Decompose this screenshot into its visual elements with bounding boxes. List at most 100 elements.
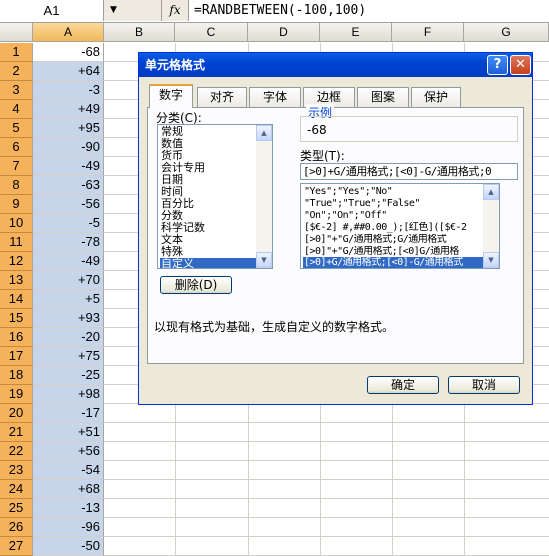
gridline — [104, 517, 549, 518]
name-box-dropdown-icon[interactable]: ▼ — [104, 0, 162, 21]
cell[interactable]: +70 — [33, 271, 104, 290]
category-item-selected[interactable]: 自定义 — [160, 258, 257, 268]
row-header[interactable]: 7 — [0, 157, 33, 176]
row-header[interactable]: 22 — [0, 442, 33, 461]
cell[interactable]: -50 — [33, 537, 104, 556]
cell[interactable]: -17 — [33, 404, 104, 423]
column-header-b[interactable]: B — [104, 23, 175, 42]
cell[interactable]: -56 — [33, 195, 104, 214]
row-header[interactable]: 20 — [0, 404, 33, 423]
row-header[interactable]: 23 — [0, 461, 33, 480]
row-header[interactable]: 4 — [0, 100, 33, 119]
cancel-button[interactable]: 取消 — [448, 376, 520, 394]
row-header[interactable]: 19 — [0, 385, 33, 404]
cell[interactable]: -25 — [33, 366, 104, 385]
tab-protection[interactable]: 保护 — [411, 87, 461, 107]
type-item[interactable]: "On";"On";"Off" — [303, 210, 488, 222]
row-header[interactable]: 18 — [0, 366, 33, 385]
row-header[interactable]: 6 — [0, 138, 33, 157]
gridline — [104, 479, 549, 480]
scroll-up-icon[interactable]: ▲ — [256, 125, 272, 141]
column-header-e[interactable]: E — [320, 23, 392, 42]
row-header[interactable]: 10 — [0, 214, 33, 233]
ok-button[interactable]: 确定 — [367, 376, 439, 394]
row-header[interactable]: 9 — [0, 195, 33, 214]
fx-icon[interactable]: fx — [162, 0, 189, 21]
row-header[interactable]: 12 — [0, 252, 33, 271]
category-list[interactable]: 常规 数值 货币 会计专用 日期 时间 百分比 分数 科学记数 文本 特殊 自定… — [157, 124, 273, 269]
row-header[interactable]: 13 — [0, 271, 33, 290]
cell[interactable]: -96 — [33, 518, 104, 537]
cell[interactable]: +5 — [33, 290, 104, 309]
row-header[interactable]: 5 — [0, 119, 33, 138]
row-header[interactable]: 25 — [0, 499, 33, 518]
gridline — [104, 422, 549, 423]
row-header[interactable]: 16 — [0, 328, 33, 347]
column-header-c[interactable]: C — [175, 23, 248, 42]
cell[interactable]: -5 — [33, 214, 104, 233]
row-header[interactable]: 17 — [0, 347, 33, 366]
tab-alignment[interactable]: 对齐 — [197, 87, 247, 107]
cell[interactable]: -78 — [33, 233, 104, 252]
cell[interactable]: +93 — [33, 309, 104, 328]
tab-font[interactable]: 字体 — [249, 87, 301, 107]
close-icon[interactable]: ✕ — [510, 55, 531, 75]
tab-number[interactable]: 数字 — [149, 84, 193, 108]
format-cells-dialog: 单元格格式 ? ✕ 数字 对齐 字体 边框 图案 保护 分类(C): 常规 数值… — [138, 52, 533, 405]
row-header[interactable]: 1 — [0, 43, 33, 62]
type-scrollbar[interactable]: ▲ ▼ — [483, 184, 499, 268]
type-input[interactable]: [>0]+G/通用格式;[<0]-G/通用格式;0 — [300, 163, 518, 180]
column-header-d[interactable]: D — [248, 23, 320, 42]
custom-format-description: 以现有格式为基础，生成自定义的数字格式。 — [154, 320, 395, 334]
row-header[interactable]: 14 — [0, 290, 33, 309]
row-header[interactable]: 21 — [0, 423, 33, 442]
row-header[interactable]: 24 — [0, 480, 33, 499]
column-header-a[interactable]: A — [33, 23, 104, 42]
cell[interactable]: -63 — [33, 176, 104, 195]
gridline — [104, 460, 549, 461]
formula-input[interactable]: =RANDBETWEEN(-100,100) — [194, 0, 366, 21]
row-header[interactable]: 3 — [0, 81, 33, 100]
scroll-down-icon[interactable]: ▼ — [483, 252, 499, 268]
help-icon[interactable]: ? — [487, 55, 508, 75]
category-scrollbar[interactable]: ▲ ▼ — [256, 125, 272, 268]
cell[interactable]: +95 — [33, 119, 104, 138]
tab-patterns[interactable]: 图案 — [357, 87, 409, 107]
cell[interactable]: -49 — [33, 252, 104, 271]
type-item-selected[interactable]: [>0]+G/通用格式;[<0]-G/通用格式 — [303, 257, 488, 268]
column-header-f[interactable]: F — [392, 23, 464, 42]
cell[interactable]: +56 — [33, 442, 104, 461]
formula-bar: A1 ▼ fx =RANDBETWEEN(-100,100) — [0, 0, 549, 23]
type-item[interactable]: [$€-2] #,##0.00_);[红色]([$€-2 — [303, 222, 488, 234]
row-header[interactable]: 26 — [0, 518, 33, 537]
type-item[interactable]: [>0]"+"G/通用格式;G/通用格式 — [303, 234, 488, 246]
cell[interactable]: -13 — [33, 499, 104, 518]
select-all-corner[interactable] — [0, 23, 33, 42]
cell[interactable]: -90 — [33, 138, 104, 157]
cell[interactable]: +98 — [33, 385, 104, 404]
row-header[interactable]: 15 — [0, 309, 33, 328]
cell[interactable]: +51 — [33, 423, 104, 442]
active-cell[interactable]: -68 — [33, 43, 104, 62]
cell[interactable]: -49 — [33, 157, 104, 176]
cell[interactable]: -54 — [33, 461, 104, 480]
row-header[interactable]: 8 — [0, 176, 33, 195]
type-item[interactable]: "Yes";"Yes";"No" — [303, 186, 488, 198]
row-header[interactable]: 27 — [0, 537, 33, 556]
scroll-down-icon[interactable]: ▼ — [256, 252, 272, 268]
row-header[interactable]: 2 — [0, 62, 33, 81]
dialog-titlebar[interactable]: 单元格格式 ? ✕ — [139, 53, 532, 77]
cell[interactable]: +49 — [33, 100, 104, 119]
type-item[interactable]: "True";"True";"False" — [303, 198, 488, 210]
column-header-g[interactable]: G — [464, 23, 549, 42]
scroll-up-icon[interactable]: ▲ — [483, 184, 499, 200]
type-list[interactable]: "Yes";"Yes";"No" "True";"True";"False" "… — [300, 183, 500, 269]
cell[interactable]: +75 — [33, 347, 104, 366]
cell[interactable]: +64 — [33, 62, 104, 81]
cell[interactable]: +68 — [33, 480, 104, 499]
row-header[interactable]: 11 — [0, 233, 33, 252]
name-box[interactable]: A1 — [0, 0, 104, 21]
cell[interactable]: -3 — [33, 81, 104, 100]
cell[interactable]: -20 — [33, 328, 104, 347]
delete-button[interactable]: 删除(D) — [160, 276, 232, 294]
